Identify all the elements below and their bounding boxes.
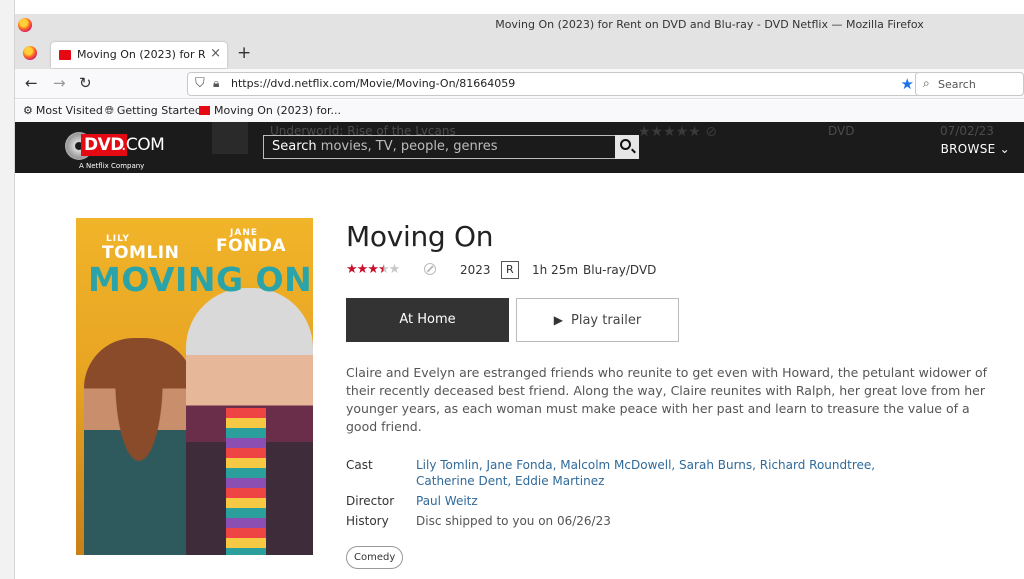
star-icon[interactable]: ★: [357, 262, 369, 277]
cast-links-continued[interactable]: Catherine Dent, Eddie Martinez: [416, 474, 604, 488]
site-header: Underworld: Rise of the Lycans ★★★★★ ⊘ D…: [15, 122, 1024, 173]
bookmarks-toolbar: ⚙ Most Visited 🌐︎ Getting Started Moving O…: [15, 100, 1024, 122]
tab-moving-on[interactable]: Moving On (2023) for Rent ×: [51, 42, 227, 68]
movie-poster: LILY TOMLIN JANE FONDA MOVING ON: [76, 218, 313, 555]
poster-title: MOVING ON: [88, 260, 313, 299]
underlying-row-date: 07/02/23: [940, 124, 994, 138]
bookmark-most-visited[interactable]: ⚙ Most Visited: [23, 104, 103, 117]
runtime: 1h 25m: [532, 263, 579, 277]
tab-close-icon[interactable]: ×: [210, 46, 221, 61]
netflix-favicon-icon: [59, 50, 71, 60]
browse-menu[interactable]: BROWSE ⌄: [941, 142, 1010, 156]
logo-dvd-text: DVD: [81, 134, 127, 156]
window-titlebar: Moving On (2023) for Rent on DVD and Blu…: [15, 14, 1024, 38]
director-link[interactable]: Paul Weitz: [416, 494, 478, 508]
bookmark-star-icon[interactable]: ★: [901, 75, 914, 93]
logo-com-text: .COM: [121, 135, 165, 155]
forward-button[interactable]: →: [53, 74, 66, 92]
poster-scarf: [226, 408, 266, 555]
logo-subtitle: A Netflix Company: [79, 162, 145, 170]
browser-search-input[interactable]: ⌕ Search: [915, 72, 1024, 96]
browser-search-placeholder: Search: [938, 78, 976, 91]
firefox-view-icon[interactable]: [23, 46, 37, 60]
history-text: Disc shipped to you on 06/26/23: [416, 514, 611, 528]
back-button[interactable]: ←: [25, 74, 38, 92]
star-icon[interactable]: ★: [367, 262, 379, 277]
navigation-toolbar: ← → ↻ ⛉ 🔒︎ https://dvd.netflix.com/Movie…: [15, 69, 1024, 99]
at-home-button[interactable]: At Home: [346, 298, 509, 342]
desktop-edge: [0, 0, 15, 579]
search-icon: ⌕: [923, 76, 930, 90]
poster-figure-left: [84, 338, 194, 555]
bookmark-getting-started[interactable]: 🌐︎ Getting Started: [105, 104, 202, 118]
reload-button[interactable]: ↻: [79, 74, 92, 92]
cast-links[interactable]: Lily Tomlin, Jane Fonda, Malcolm McDowel…: [416, 458, 875, 472]
play-trailer-button[interactable]: ▶ Play trailer: [516, 298, 679, 342]
poster-actor2-last: FONDA: [216, 236, 287, 256]
window-title: Moving On (2023) for Rent on DVD and Blu…: [495, 18, 924, 31]
mpaa-rating-badge: R: [501, 261, 519, 279]
not-interested-icon[interactable]: [424, 263, 436, 275]
disc-format: Blu-ray/DVD: [583, 263, 657, 277]
director-label: Director: [346, 494, 395, 508]
netflix-icon: [199, 106, 210, 115]
cast-label: Cast: [346, 458, 373, 472]
site-search-input[interactable]: Search movies, TV, people, genres: [263, 135, 639, 159]
globe-icon: 🌐︎: [105, 104, 114, 117]
bookmark-moving-on[interactable]: Moving On (2023) for...: [199, 104, 341, 117]
lock-icon[interactable]: 🔒︎: [213, 76, 219, 91]
underlying-row-format: DVD: [828, 124, 855, 138]
genre-tag-comedy[interactable]: Comedy: [346, 546, 404, 569]
url-text[interactable]: https://dvd.netflix.com/Movie/Moving-On/…: [231, 77, 515, 90]
star-half-icon[interactable]: ★: [378, 262, 390, 277]
movie-title: Moving On: [346, 220, 494, 253]
url-bar[interactable]: ⛉ 🔒︎ https://dvd.netflix.com/Movie/Movin…: [187, 72, 921, 96]
release-year: 2023: [460, 263, 491, 277]
star-icon[interactable]: ★: [389, 262, 401, 277]
new-tab-button[interactable]: +: [237, 43, 251, 63]
star-icon[interactable]: ★: [346, 262, 358, 277]
play-icon: ▶: [553, 313, 563, 327]
star-rating[interactable]: ★★★★★: [346, 262, 401, 277]
underlying-row-stars: ★★★★★ ⊘: [638, 124, 717, 140]
site-search-placeholder: Search movies, TV, people, genres: [272, 139, 498, 154]
firefox-logo-icon[interactable]: [18, 18, 32, 32]
search-icon: [620, 139, 631, 150]
tab-label: Moving On (2023) for Rent: [77, 48, 205, 61]
synopsis: Claire and Evelyn are estranged friends …: [346, 365, 988, 434]
dvd-com-logo[interactable]: DVD .COM A Netflix Company: [65, 128, 175, 172]
gear-icon: ⚙: [23, 104, 33, 117]
site-search-button[interactable]: [615, 135, 639, 159]
underlying-thumbnail: [212, 122, 248, 154]
tab-strip: Moving On (2023) for Rent × +: [15, 38, 1024, 69]
tracking-shield-icon[interactable]: ⛉: [195, 76, 205, 91]
history-label: History: [346, 514, 389, 528]
